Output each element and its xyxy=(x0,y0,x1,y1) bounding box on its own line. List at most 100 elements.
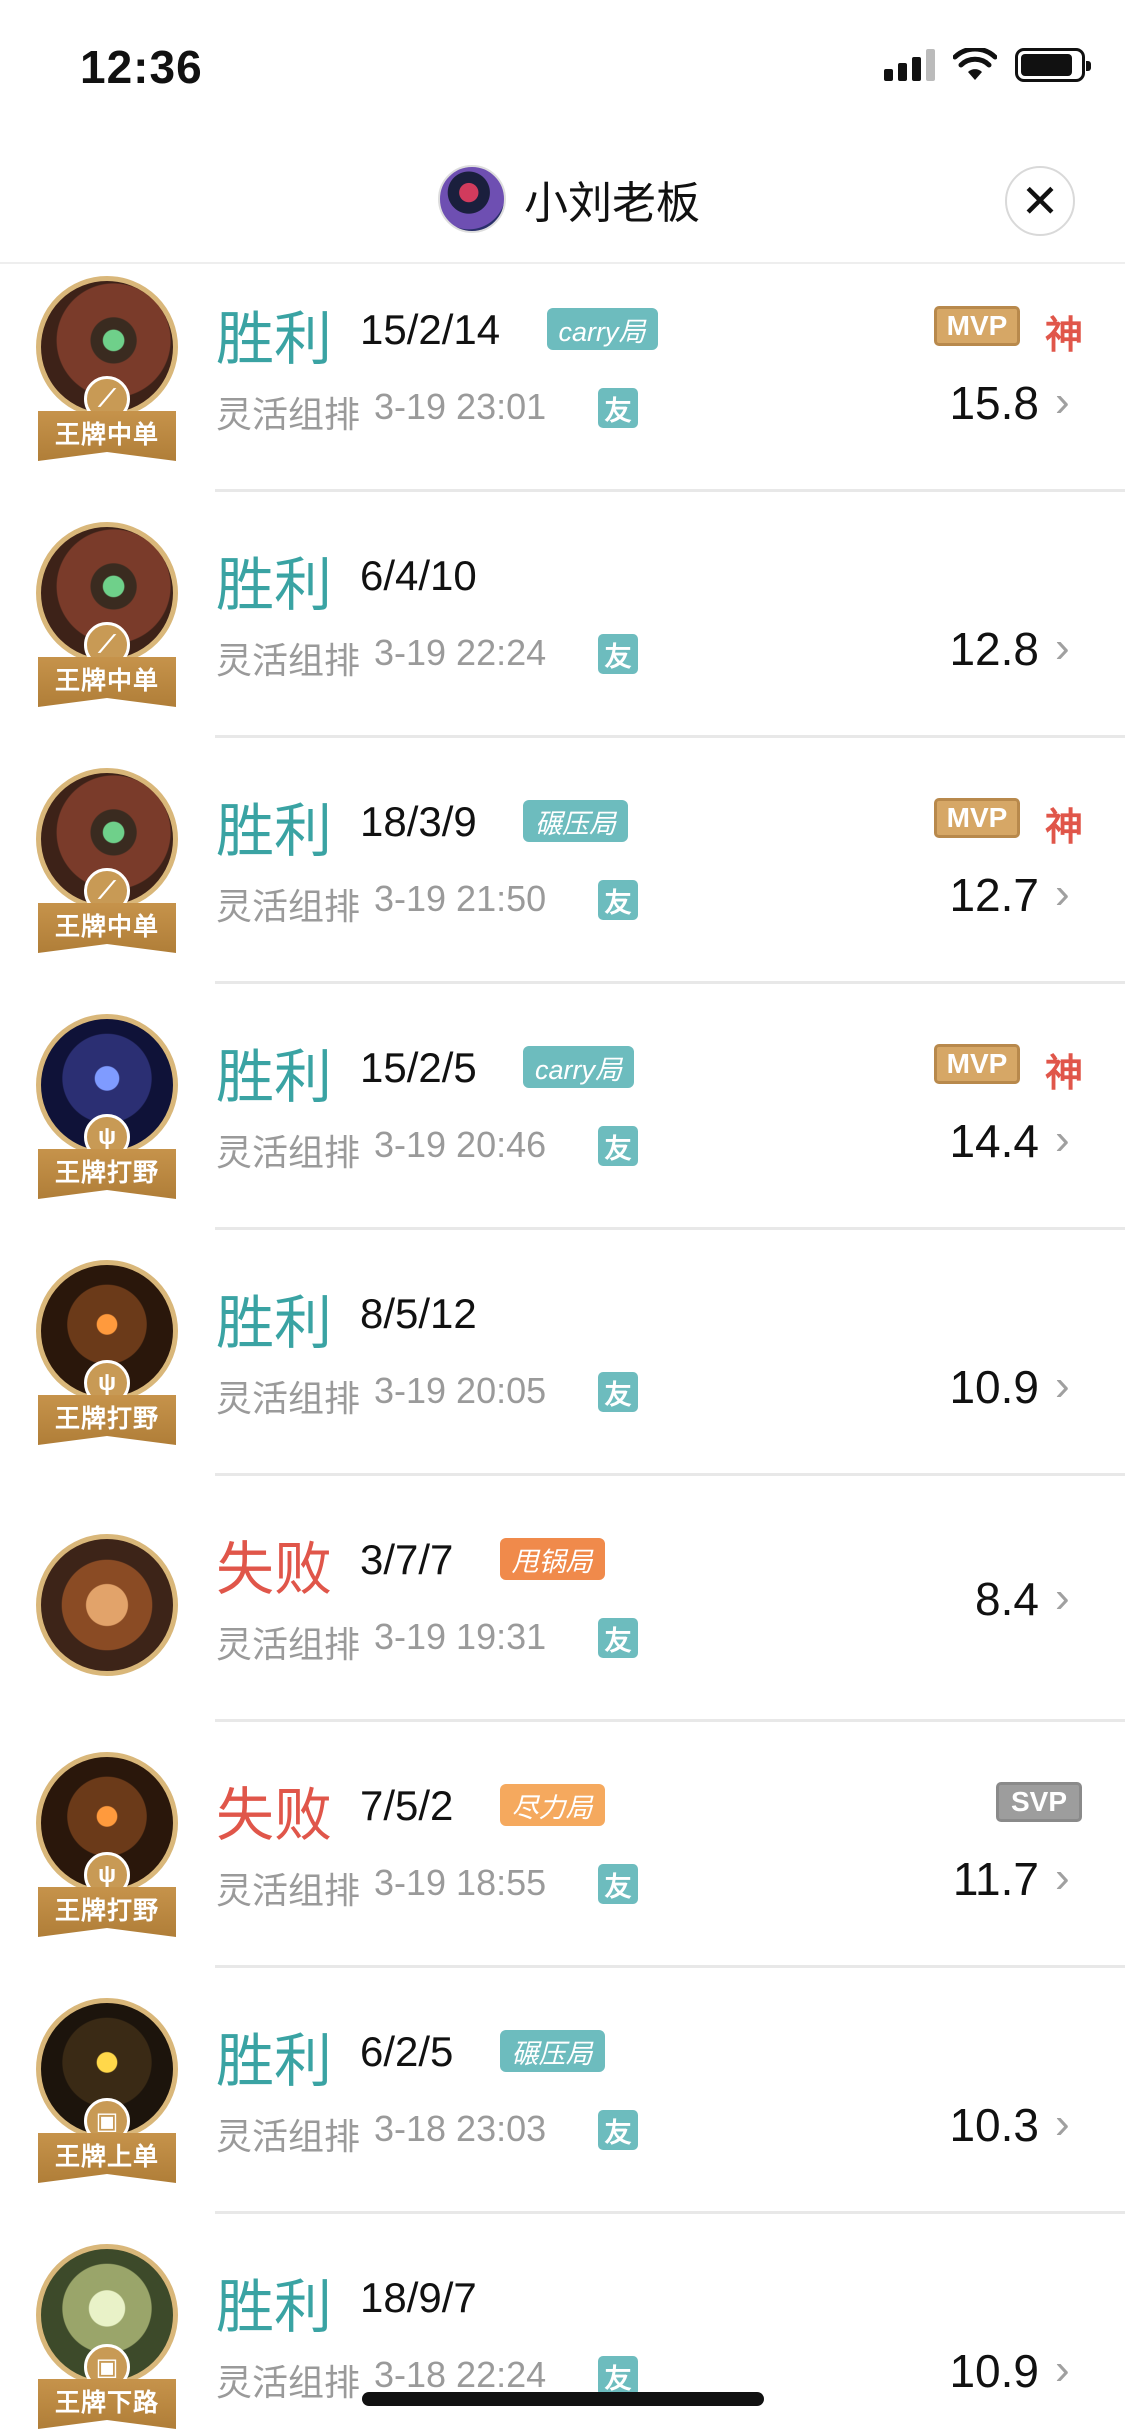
match-result: 失败 xyxy=(216,1537,333,1602)
header-profile: 小刘老板 xyxy=(438,165,700,233)
god-badge: 神 xyxy=(1045,807,1084,849)
hero-avatar: ⟋ 王牌中单 xyxy=(32,276,182,476)
match-time: 3-19 22:24 xyxy=(374,632,547,673)
match-tag: carry局 xyxy=(523,1046,634,1088)
role-badge: 王牌打野 xyxy=(38,1395,176,1445)
match-history-list[interactable]: ⟋ 王牌中单 胜利 15/2/14 carry局 灵活组排 3-19 23:01 友 MVP 神 1… xyxy=(0,264,1125,2436)
match-result: 胜利 xyxy=(216,1291,333,1356)
chevron-right-icon[interactable]: › xyxy=(1055,1576,1085,1620)
hero-avatar: ▣ 王牌下路 xyxy=(32,2244,182,2436)
chevron-right-icon[interactable]: › xyxy=(1055,1856,1085,1900)
role-badge: 王牌上单 xyxy=(38,2133,176,2183)
match-result: 胜利 xyxy=(216,2029,333,2094)
match-score: 10.9 xyxy=(949,1361,1039,1413)
match-time: 3-19 20:46 xyxy=(374,1124,547,1165)
match-tag: 尽力局 xyxy=(499,1784,605,1826)
page-title: 小刘老板 xyxy=(524,179,700,228)
match-tag: 碾压局 xyxy=(523,800,628,842)
match-score: 14.4 xyxy=(949,1115,1039,1167)
hero-avatar: ⟋ 王牌中单 xyxy=(32,522,182,722)
god-badge: 神 xyxy=(1045,1053,1084,1095)
match-score: 10.9 xyxy=(949,2345,1039,2397)
friend-badge: 友 xyxy=(598,1372,638,1412)
chevron-right-icon[interactable]: › xyxy=(1055,380,1085,424)
battery-icon xyxy=(1015,48,1091,82)
match-row[interactable]: ⟋ 王牌中单 胜利 15/2/14 carry局 灵活组排 3-19 23:01 友 MVP 神 1… xyxy=(0,264,1125,492)
role-badge: 王牌中单 xyxy=(38,657,176,707)
match-score: 12.7 xyxy=(949,869,1039,921)
kda-stats: 3/7/7 xyxy=(360,1536,454,1583)
match-result: 胜利 xyxy=(216,799,333,864)
chevron-right-icon[interactable]: › xyxy=(1055,2102,1085,2146)
friend-badge: 友 xyxy=(598,1126,638,1166)
chevron-right-icon[interactable]: › xyxy=(1055,2348,1085,2392)
match-time: 3-19 18:55 xyxy=(374,1862,547,1903)
game-mode: 灵活组排 xyxy=(216,1132,361,1173)
game-mode: 灵活组排 xyxy=(216,2116,361,2157)
match-score: 11.7 xyxy=(952,1853,1039,1905)
match-time: 3-19 19:31 xyxy=(374,1616,547,1657)
hero-avatar: ψ 王牌打野 xyxy=(32,1014,182,1214)
match-result: 胜利 xyxy=(216,2275,333,2340)
kda-stats: 15/2/14 xyxy=(360,306,501,353)
role-badge: 王牌下路 xyxy=(38,2379,176,2429)
match-score: 10.3 xyxy=(949,2099,1039,2151)
close-button[interactable]: ✕ xyxy=(1005,166,1075,236)
match-tag: 甩锅局 xyxy=(499,1538,605,1580)
match-row[interactable]: ⟋ 王牌中单 胜利 6/4/10 灵活组排 3-19 22:24 友 12.8 › xyxy=(0,492,1125,738)
match-time: 3-18 23:03 xyxy=(374,2108,547,2149)
mvp-medal: MVP xyxy=(934,306,1020,346)
game-mode: 灵活组排 xyxy=(216,1870,361,1911)
match-row[interactable]: ⟋ 王牌中单 胜利 18/3/9 碾压局 灵活组排 3-19 21:50 友 MVP 神 12.7 › xyxy=(0,738,1125,984)
match-row[interactable]: ψ 王牌打野 胜利 15/2/5 carry局灵活组排 3-19 20:46 友 MVP 神 14… xyxy=(0,984,1125,1230)
match-result: 胜利 xyxy=(216,1045,333,1110)
game-mode: 灵活组排 xyxy=(216,2362,361,2403)
friend-badge: 友 xyxy=(598,388,638,428)
hero-portrait xyxy=(36,1534,178,1676)
friend-badge: 友 xyxy=(598,2110,638,2150)
role-badge: 王牌中单 xyxy=(38,411,176,461)
game-mode: 灵活组排 xyxy=(216,1378,361,1419)
kda-stats: 6/4/10 xyxy=(360,552,477,599)
chevron-right-icon[interactable]: › xyxy=(1055,626,1085,670)
chevron-right-icon[interactable]: › xyxy=(1055,1118,1085,1162)
match-result: 失败 xyxy=(216,1783,333,1848)
role-badge: 王牌打野 xyxy=(38,1887,176,1937)
friend-badge: 友 xyxy=(598,880,638,920)
friend-badge: 友 xyxy=(598,1618,638,1658)
kda-stats: 18/9/7 xyxy=(360,2274,477,2321)
hero-avatar: ψ 王牌打野 xyxy=(32,1260,182,1460)
match-row[interactable]: ▣ 王牌上单 胜利 6/2/5 碾压局灵活组排 3-18 23:03 友 10.3 › xyxy=(0,1968,1125,2214)
match-score: 8.4 xyxy=(975,1573,1039,1625)
home-indicator[interactable] xyxy=(362,2392,764,2406)
match-tag: 碾压局 xyxy=(499,2030,605,2072)
game-mode: 灵活组排 xyxy=(216,394,361,435)
match-result: 胜利 xyxy=(216,553,333,618)
match-score: 12.8 xyxy=(949,623,1039,675)
mvp-medal: MVP xyxy=(934,1044,1020,1084)
role-badge: 王牌中单 xyxy=(38,903,176,953)
match-time: 3-19 20:05 xyxy=(374,1370,547,1411)
game-mode: 灵活组排 xyxy=(216,886,361,927)
page-header: 小刘老板 ✕ xyxy=(0,140,1125,264)
friend-badge: 友 xyxy=(598,1864,638,1904)
kda-stats: 6/2/5 xyxy=(360,2028,454,2075)
hero-avatar: ⟋ 王牌中单 xyxy=(32,768,182,968)
match-row[interactable]: ψ 王牌打野 胜利 8/5/12 灵活组排 3-19 20:05 友 10.9 › xyxy=(0,1230,1125,1476)
match-result: 胜利 xyxy=(216,307,333,372)
hero-avatar: ▣ 王牌上单 xyxy=(32,1998,182,2198)
chevron-right-icon[interactable]: › xyxy=(1055,872,1085,916)
kda-stats: 8/5/12 xyxy=(360,1290,477,1337)
status-bar: 12:36 xyxy=(0,0,1125,140)
match-score: 15.8 xyxy=(949,377,1039,429)
match-row[interactable]: ψ 王牌打野 失败 7/5/2 尽力局 灵活组排 3-19 18:55 友 SVP 11.7 › xyxy=(0,1722,1125,1968)
kda-stats: 15/2/5 xyxy=(360,1044,477,1091)
wifi-icon xyxy=(953,48,997,80)
match-row[interactable]: 失败 3/7/7 甩锅局 灵活组排 3-19 19:31 友 8.4 › xyxy=(0,1476,1125,1722)
match-tag: carry局 xyxy=(546,308,658,350)
match-time: 3-19 21:50 xyxy=(374,878,547,919)
match-time: 3-18 22:24 xyxy=(374,2354,547,2395)
chevron-right-icon[interactable]: › xyxy=(1055,1364,1085,1408)
cellular-signal-icon xyxy=(884,49,935,81)
status-time: 12:36 xyxy=(80,41,203,93)
